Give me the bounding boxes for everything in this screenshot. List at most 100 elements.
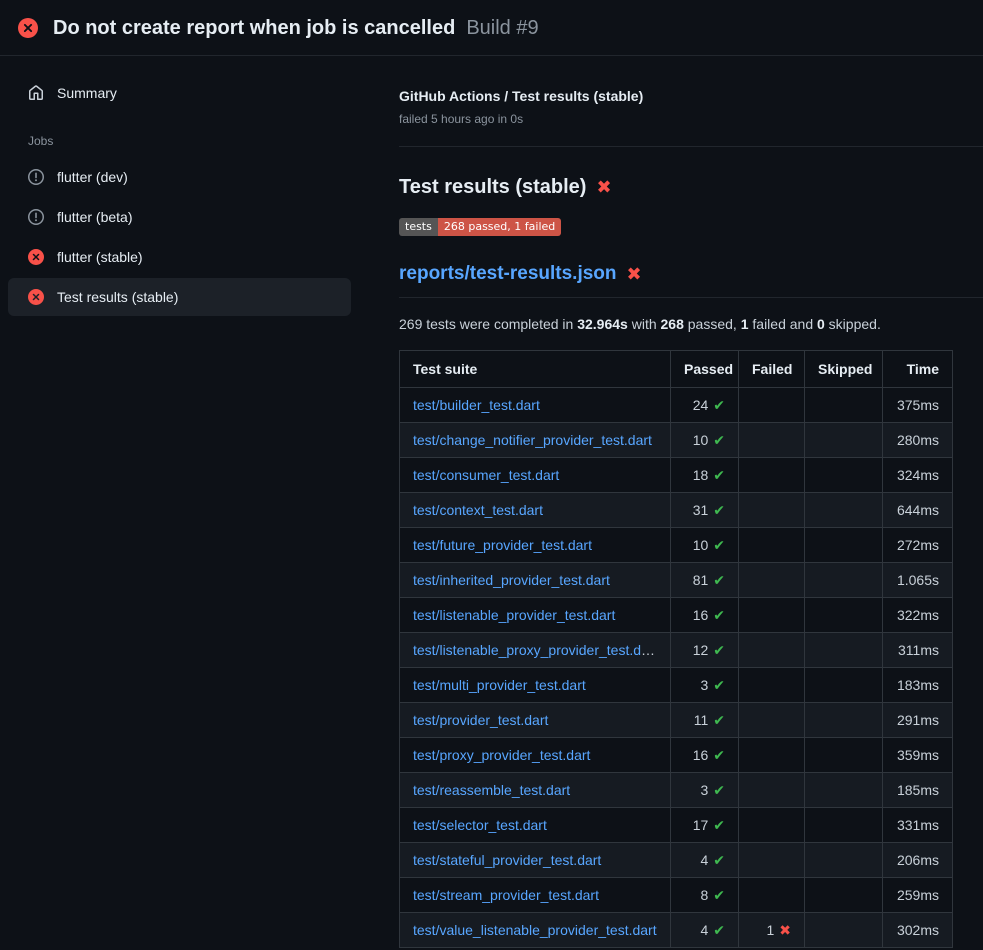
time-cell: 359ms: [883, 738, 953, 773]
table-row: test/selector_test.dart17✔331ms: [400, 808, 953, 843]
section-title-text: Test results (stable): [399, 173, 586, 201]
sidebar-item-flutter-stable[interactable]: flutter (stable): [8, 238, 351, 276]
skipped-cell: [805, 458, 883, 493]
passed-count: 16: [693, 607, 709, 623]
suite-link[interactable]: test/consumer_test.dart: [413, 467, 559, 483]
sidebar-item-label: Test results (stable): [57, 289, 178, 305]
check-icon: ✔: [713, 537, 725, 553]
check-icon: ✔: [713, 397, 725, 413]
suite-cell: test/stateful_provider_test.dart: [400, 843, 671, 878]
passed-count: 11: [694, 712, 709, 728]
sidebar-item-test-results-stable[interactable]: Test results (stable): [8, 278, 351, 316]
failed-cell: [739, 493, 805, 528]
sidebar: Summary Jobs flutter (dev): [0, 56, 357, 950]
passed-count: 10: [693, 432, 709, 448]
summary-passed-count: 268: [661, 316, 684, 332]
summary-text: passed,: [684, 316, 741, 332]
suite-cell: test/stream_provider_test.dart: [400, 878, 671, 913]
time-cell: 206ms: [883, 843, 953, 878]
passed-count: 18: [693, 467, 709, 483]
table-row: test/listenable_proxy_provider_test.dart…: [400, 633, 953, 668]
time-cell: 331ms: [883, 808, 953, 843]
sidebar-item-flutter-dev[interactable]: flutter (dev): [8, 158, 351, 196]
passed-count: 8: [700, 887, 708, 903]
col-header-test-suite: Test suite: [400, 351, 671, 388]
suite-cell: test/listenable_provider_test.dart: [400, 598, 671, 633]
suite-link[interactable]: test/listenable_provider_test.dart: [413, 607, 615, 623]
skipped-cell: [805, 563, 883, 598]
time-cell: 259ms: [883, 878, 953, 913]
passed-count: 4: [700, 852, 708, 868]
check-icon: ✔: [713, 712, 725, 728]
badge-value: 268 passed, 1 failed: [438, 218, 561, 236]
badge-label: tests: [399, 218, 438, 236]
cancelled-status-icon: [28, 169, 44, 185]
suite-link[interactable]: test/future_provider_test.dart: [413, 537, 592, 553]
passed-count: 3: [700, 782, 708, 798]
skipped-cell: [805, 668, 883, 703]
skipped-cell: [805, 423, 883, 458]
sidebar-item-label: flutter (beta): [57, 209, 132, 225]
suite-cell: test/provider_test.dart: [400, 703, 671, 738]
report-file-link[interactable]: reports/test-results.json: [399, 260, 617, 288]
skipped-cell: [805, 808, 883, 843]
suite-link[interactable]: test/change_notifier_provider_test.dart: [413, 432, 652, 448]
table-row: test/reassemble_test.dart3✔185ms: [400, 773, 953, 808]
cross-icon: ✖: [779, 922, 791, 938]
run-title: Do not create report when job is cancell…: [53, 14, 455, 42]
suite-link[interactable]: test/provider_test.dart: [413, 712, 548, 728]
passed-cell: 24✔: [671, 388, 739, 423]
passed-count: 17: [693, 817, 709, 833]
failed-cell: [739, 668, 805, 703]
home-icon: [28, 85, 44, 101]
suite-link[interactable]: test/inherited_provider_test.dart: [413, 572, 610, 588]
time-cell: 291ms: [883, 703, 953, 738]
suite-cell: test/inherited_provider_test.dart: [400, 563, 671, 598]
failed-cell: [739, 388, 805, 423]
suite-link[interactable]: test/multi_provider_test.dart: [413, 677, 586, 693]
failed-cell: [739, 843, 805, 878]
check-icon: ✔: [713, 502, 725, 518]
sidebar-item-summary[interactable]: Summary: [8, 74, 351, 112]
main-content: GitHub Actions / Test results (stable) f…: [357, 56, 983, 950]
suite-link[interactable]: test/builder_test.dart: [413, 397, 540, 413]
suite-link[interactable]: test/stateful_provider_test.dart: [413, 852, 601, 868]
failed-cell: [739, 423, 805, 458]
time-cell: 302ms: [883, 913, 953, 948]
passed-cell: 18✔: [671, 458, 739, 493]
suite-link[interactable]: test/proxy_provider_test.dart: [413, 747, 590, 763]
col-header-failed: Failed: [739, 351, 805, 388]
suite-cell: test/multi_provider_test.dart: [400, 668, 671, 703]
suite-link[interactable]: test/value_listenable_provider_test.dart: [413, 922, 657, 938]
time-cell: 280ms: [883, 423, 953, 458]
table-row: test/value_listenable_provider_test.dart…: [400, 913, 953, 948]
failed-cell: [739, 878, 805, 913]
check-icon: ✔: [713, 922, 725, 938]
table-row: test/builder_test.dart24✔375ms: [400, 388, 953, 423]
failed-status-icon: [18, 18, 38, 38]
passed-cell: 10✔: [671, 528, 739, 563]
sidebar-item-flutter-beta[interactable]: flutter (beta): [8, 198, 351, 236]
passed-cell: 16✔: [671, 738, 739, 773]
time-cell: 272ms: [883, 528, 953, 563]
failed-cell: [739, 598, 805, 633]
failed-cell: [739, 633, 805, 668]
check-icon: ✔: [713, 782, 725, 798]
suite-cell: test/context_test.dart: [400, 493, 671, 528]
skipped-cell: [805, 703, 883, 738]
suite-link[interactable]: test/selector_test.dart: [413, 817, 547, 833]
suite-link[interactable]: test/reassemble_test.dart: [413, 782, 570, 798]
suite-link[interactable]: test/stream_provider_test.dart: [413, 887, 599, 903]
suite-link[interactable]: test/listenable_proxy_provider_test.dart: [413, 642, 657, 658]
check-icon: ✔: [713, 852, 725, 868]
skipped-cell: [805, 528, 883, 563]
passed-cell: 4✔: [671, 913, 739, 948]
report-title: reports/test-results.json ✖: [399, 260, 983, 298]
passed-count: 10: [693, 537, 709, 553]
jobs-section-label: Jobs: [8, 134, 351, 148]
failed-x-icon: ✖: [596, 178, 611, 196]
col-header-time: Time: [883, 351, 953, 388]
breadcrumb: GitHub Actions / Test results (stable): [399, 86, 983, 106]
time-cell: 183ms: [883, 668, 953, 703]
suite-link[interactable]: test/context_test.dart: [413, 502, 543, 518]
